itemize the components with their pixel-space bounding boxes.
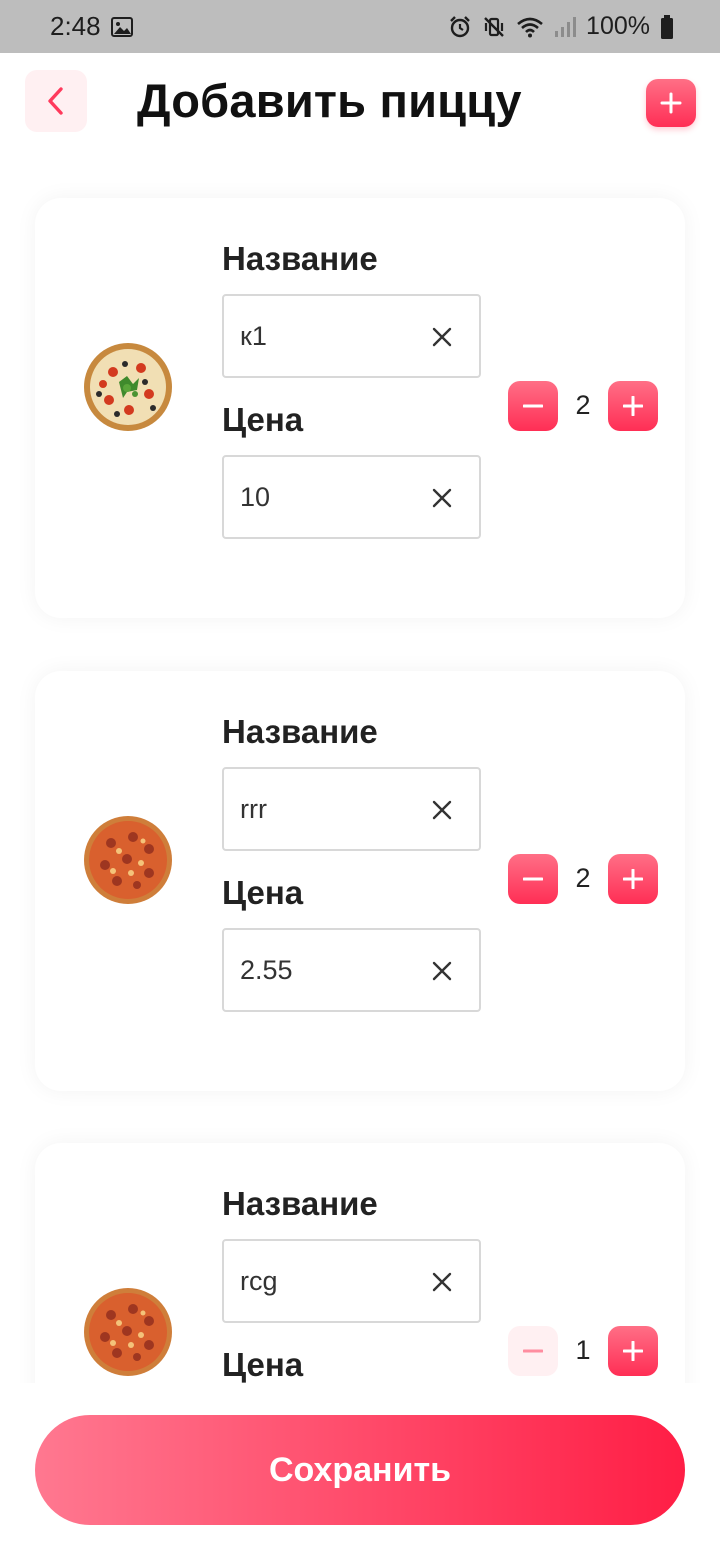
quantity-stepper: 1	[508, 1326, 658, 1376]
increase-button[interactable]	[608, 1326, 658, 1376]
increase-button[interactable]	[608, 381, 658, 431]
name-input[interactable]: rcg	[222, 1239, 481, 1323]
plus-icon	[623, 1341, 643, 1361]
back-button[interactable]	[25, 70, 87, 132]
alarm-icon	[448, 15, 472, 39]
name-label: Название	[222, 240, 378, 277]
decrease-button[interactable]	[508, 1326, 558, 1376]
quantity-stepper: 2	[508, 854, 658, 904]
decrease-button[interactable]	[508, 854, 558, 904]
price-input[interactable]: 2.55	[222, 928, 481, 1012]
status-left: 2:48	[50, 11, 133, 42]
plus-icon	[623, 869, 643, 889]
clear-icon[interactable]	[431, 487, 453, 509]
battery-percentage: 100%	[586, 12, 650, 40]
quantity-stepper: 2	[508, 381, 658, 431]
price-value: 2.55	[240, 954, 293, 985]
quantity-value: 2	[575, 863, 591, 893]
pizza-image	[84, 1288, 172, 1376]
plus-icon	[660, 92, 682, 114]
pizza-list[interactable]: Название к1 Цена 10 2 Название rrr Цена …	[0, 163, 720, 1383]
pizza-card: Название к1 Цена 10 2	[35, 198, 685, 618]
wifi-icon	[516, 16, 544, 38]
clear-icon[interactable]	[431, 1271, 453, 1293]
add-pizza-button[interactable]	[646, 79, 696, 127]
status-time: 2:48	[50, 11, 101, 41]
price-value: 10	[240, 481, 271, 512]
price-label: Цена	[222, 874, 304, 911]
minus-icon	[523, 404, 543, 408]
status-bar: 2:48 100%	[0, 0, 720, 53]
name-input[interactable]: rrr	[222, 767, 481, 851]
clear-icon[interactable]	[431, 799, 453, 821]
battery-icon	[660, 14, 674, 39]
name-input[interactable]: к1	[222, 294, 481, 378]
save-button-label: Сохранить	[268, 1450, 452, 1489]
plus-icon	[623, 396, 643, 416]
quantity-value: 1	[575, 1335, 591, 1365]
clear-icon[interactable]	[431, 960, 453, 982]
status-right: 100%	[448, 12, 674, 41]
chevron-left-icon	[48, 87, 63, 115]
vibrate-off-icon	[482, 15, 506, 39]
gallery-notification-icon	[110, 16, 133, 37]
name-value: rrr	[240, 793, 267, 824]
signal-icon	[554, 16, 577, 38]
page-title: Добавить пиццу	[137, 74, 522, 127]
pizza-card: Название rcg Цена 1	[35, 1143, 685, 1383]
pizza-image	[84, 816, 172, 904]
name-value: к1	[240, 320, 267, 351]
price-input[interactable]: 10	[222, 455, 481, 539]
header: Добавить пиццу	[0, 53, 720, 153]
save-button[interactable]: Сохранить	[35, 1415, 685, 1525]
name-label: Название	[222, 713, 378, 750]
minus-icon	[523, 877, 543, 881]
pizza-card: Название rrr Цена 2.55 2	[35, 671, 685, 1091]
name-value: rcg	[240, 1265, 278, 1296]
price-label: Цена	[222, 401, 304, 438]
price-label: Цена	[222, 1346, 304, 1383]
quantity-value: 2	[575, 390, 591, 420]
bottom-bar: Сохранить	[0, 1383, 720, 1560]
clear-icon[interactable]	[431, 326, 453, 348]
increase-button[interactable]	[608, 854, 658, 904]
minus-icon	[523, 1349, 543, 1353]
pizza-image	[84, 343, 172, 431]
name-label: Название	[222, 1185, 378, 1222]
decrease-button[interactable]	[508, 381, 558, 431]
